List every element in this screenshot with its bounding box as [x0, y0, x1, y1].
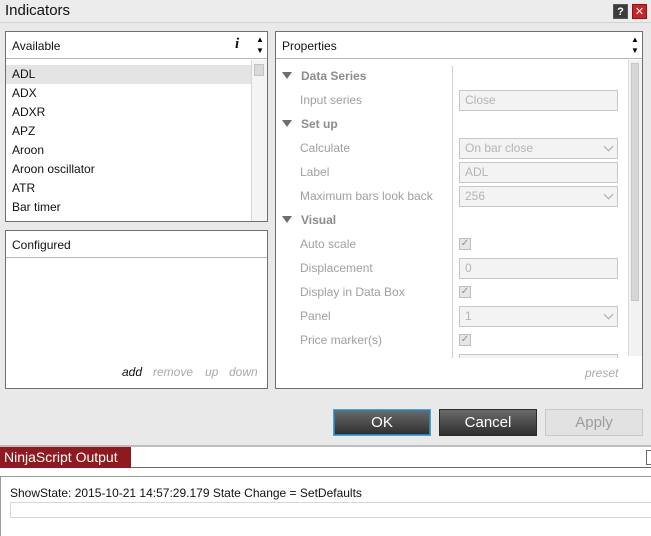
category-visual[interactable]: Visual: [282, 213, 336, 231]
collapse-triangle-icon[interactable]: [282, 72, 292, 80]
list-item[interactable]: ATR: [6, 179, 251, 198]
label-field[interactable]: ADL: [459, 162, 618, 183]
field-value: On bar close: [465, 141, 534, 155]
available-scrollbar[interactable]: [251, 60, 267, 221]
cancel-button[interactable]: Cancel: [439, 409, 537, 436]
configured-header: Configured: [6, 231, 267, 258]
property-label: Maximum bars look back: [300, 189, 433, 203]
tab-strip-edge: [646, 450, 651, 465]
field-value: 1: [465, 309, 472, 323]
panel-select[interactable]: 1: [459, 306, 618, 327]
help-button[interactable]: ?: [613, 4, 628, 19]
available-header: Available i ▲ ▼: [6, 32, 267, 59]
input-series-field[interactable]: Close: [459, 90, 618, 111]
configured-title: Configured: [12, 238, 71, 252]
list-item[interactable]: Bar timer: [6, 198, 251, 217]
next-property-field[interactable]: [459, 354, 618, 358]
output-log-line: ShowState: 2015-10-21 14:57:29.179 State…: [10, 486, 362, 500]
info-icon[interactable]: i: [235, 36, 239, 53]
output-text-area[interactable]: [10, 502, 651, 518]
calculate-select[interactable]: On bar close: [459, 138, 618, 159]
max-bars-select[interactable]: 256: [459, 186, 618, 207]
field-value: 256: [465, 189, 486, 203]
displacement-field[interactable]: 0: [459, 258, 618, 279]
field-value: ADL: [465, 165, 489, 179]
property-label: Input series: [300, 93, 363, 107]
properties-header: Properties ▲ ▼: [276, 32, 642, 59]
properties-panel: Properties ▲ ▼ Data Series Input series C…: [275, 31, 643, 389]
scroll-thumb[interactable]: [254, 64, 264, 76]
property-label: Panel: [300, 309, 331, 323]
list-item[interactable]: APZ: [6, 122, 251, 141]
add-link[interactable]: add: [122, 365, 142, 379]
list-item[interactable]: ADX: [6, 84, 251, 103]
display-data-box-checkbox[interactable]: ✓: [459, 286, 471, 298]
list-item[interactable]: ADXR: [6, 103, 251, 122]
grid-divider[interactable]: [452, 66, 453, 358]
list-item[interactable]: Aroon: [6, 141, 251, 160]
scroll-thumb[interactable]: [631, 63, 639, 301]
available-title: Available: [12, 39, 61, 53]
property-label: Display in Data Box: [300, 285, 405, 299]
title-bar[interactable]: Indicators ? ✕: [0, 0, 651, 23]
configured-panel: Configured add remove up down: [5, 230, 268, 389]
chevron-down-icon: [603, 189, 614, 200]
field-value: 0: [465, 261, 472, 275]
ok-button[interactable]: OK: [333, 409, 431, 436]
up-link[interactable]: up: [205, 365, 218, 379]
property-label: Price marker(s): [300, 333, 383, 347]
available-list[interactable]: ADL ADX ADXR APZ Aroon Aroon oscillator …: [6, 65, 251, 217]
chevron-down-icon: [603, 141, 614, 152]
property-label: Label: [300, 165, 330, 179]
preset-link[interactable]: preset: [585, 366, 618, 380]
auto-scale-checkbox[interactable]: ✓: [459, 238, 471, 250]
sort-arrows-icon[interactable]: ▲ ▼: [255, 34, 265, 56]
category-set-up[interactable]: Set up: [282, 117, 338, 135]
output-tab-strip: [131, 447, 651, 468]
price-markers-checkbox[interactable]: ✓: [459, 334, 471, 346]
category-label: Set up: [301, 117, 338, 131]
category-label: Visual: [301, 213, 337, 227]
list-item[interactable]: Aroon oscillator: [6, 160, 251, 179]
available-panel: Available i ▲ ▼ ADL ADX ADXR APZ Aroon Ar…: [5, 31, 268, 222]
collapse-triangle-icon[interactable]: [282, 120, 292, 128]
property-label: Calculate: [300, 141, 351, 155]
property-label: Displacement: [300, 261, 373, 275]
apply-button[interactable]: Apply: [545, 409, 643, 436]
list-item[interactable]: ADL: [6, 65, 251, 84]
field-value: Close: [465, 93, 496, 107]
category-data-series[interactable]: Data Series: [282, 69, 366, 87]
close-button[interactable]: ✕: [632, 4, 647, 19]
chevron-down-icon: [603, 309, 614, 320]
property-grid: Data Series Input series Close Set up Ca…: [276, 60, 630, 358]
remove-link[interactable]: remove: [153, 365, 193, 379]
collapse-triangle-icon[interactable]: [282, 216, 292, 224]
properties-title: Properties: [282, 39, 337, 53]
window-title: Indicators: [5, 2, 71, 19]
down-link[interactable]: down: [229, 365, 258, 379]
category-label: Data Series: [301, 69, 367, 83]
properties-scrollbar[interactable]: [628, 60, 642, 356]
ninjascript-output-tab[interactable]: NinjaScript Output: [0, 447, 131, 468]
property-label: Auto scale: [300, 237, 357, 251]
sort-arrows-icon[interactable]: ▲ ▼: [630, 34, 640, 56]
